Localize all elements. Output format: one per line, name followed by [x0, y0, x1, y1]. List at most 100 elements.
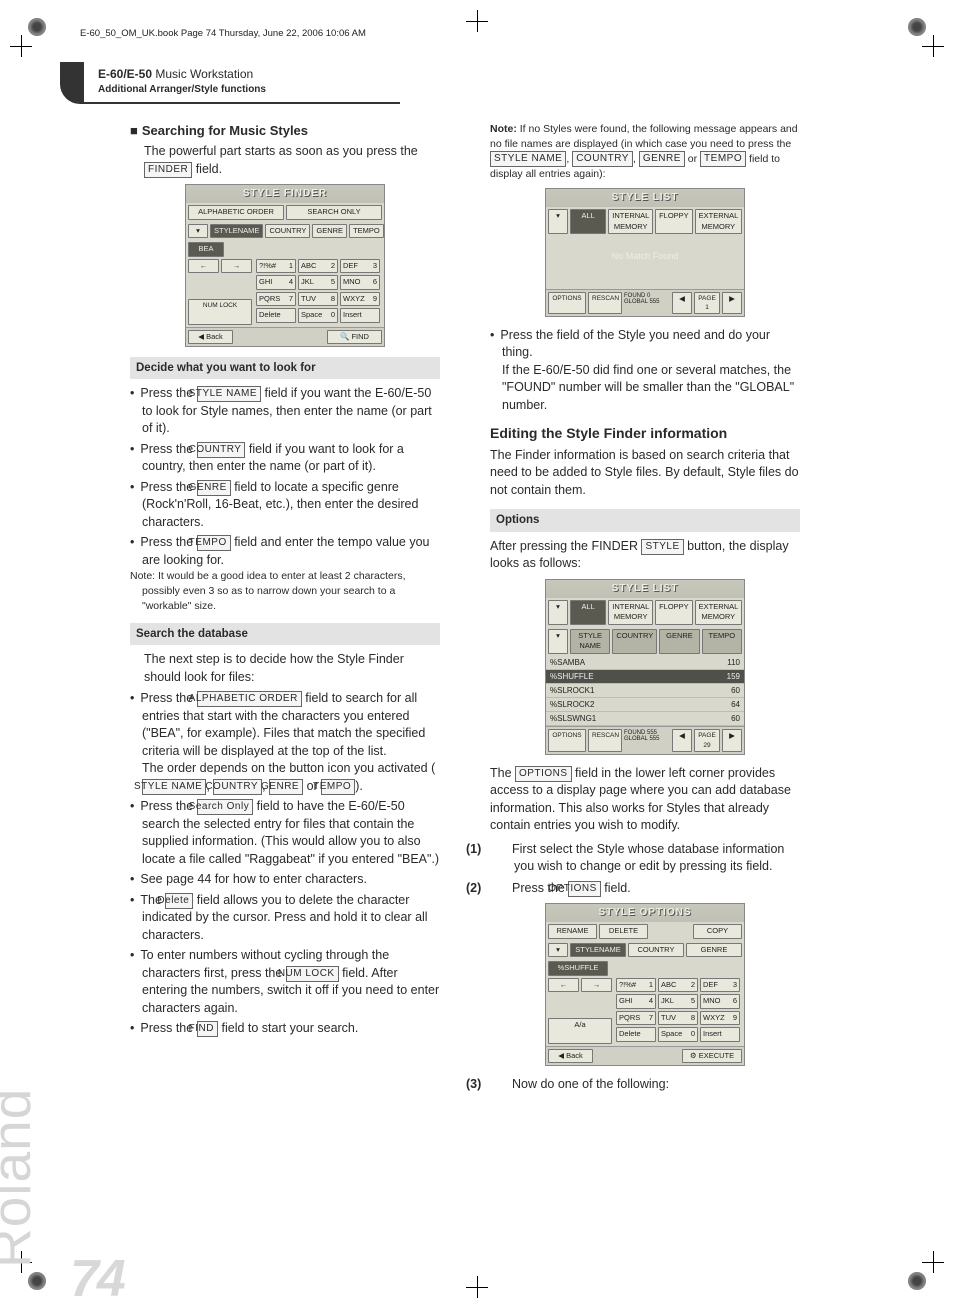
delete-key: Delete — [256, 308, 296, 323]
section-heading: Editing the Style Finder information — [490, 424, 800, 444]
key-label: GHI — [259, 277, 272, 288]
insert-key: Insert — [700, 1027, 740, 1042]
crop-mark — [922, 1251, 944, 1273]
genre-label: GENRE — [269, 779, 303, 795]
case-toggle: A/a — [548, 1018, 612, 1044]
arrow-right-icon: → — [581, 978, 612, 993]
step-text: field. — [601, 881, 631, 895]
key-label: Space — [661, 1029, 682, 1040]
section-subtitle: Additional Arranger/Style functions — [98, 83, 400, 97]
find-label: FIND — [197, 1021, 218, 1037]
step-text: Now do one of the following: — [512, 1077, 669, 1091]
tempo-label: TEMPO — [197, 535, 231, 551]
shot-tab: STYLENAME — [570, 943, 626, 958]
rescan-button: RESCAN — [588, 729, 622, 751]
key-label: MNO — [703, 996, 721, 1007]
genre-label: GENRE — [639, 151, 685, 167]
col-header: GENRE — [659, 629, 699, 654]
shot-tab: COUNTRY — [265, 224, 310, 239]
shot-tab: TEMPO — [349, 224, 384, 239]
body-text: The order depends on the button icon you… — [142, 761, 435, 775]
list-item: %SLSWNG160 — [546, 712, 744, 726]
key-label: PQRS — [259, 294, 280, 305]
key-label: TUV — [661, 1013, 676, 1024]
shot-tab: GENRE — [312, 224, 347, 239]
body-text: The Finder information is based on searc… — [490, 447, 800, 500]
shot-tab: GENRE — [686, 943, 742, 958]
col-header: TEMPO — [702, 629, 742, 654]
key-num: 3 — [373, 261, 377, 272]
body-text: If the E-60/E-50 did find one or several… — [502, 363, 794, 412]
key-label: ?!%# — [259, 261, 276, 272]
key-label: Space — [301, 310, 322, 321]
section-heading: Searching for Music Styles — [130, 122, 440, 140]
crop-mark — [466, 10, 488, 32]
shot-tab: INTERNAL MEMORY — [608, 600, 653, 625]
delete-key: Delete — [616, 1027, 656, 1042]
input-value: %SHUFFLE — [548, 961, 608, 976]
corner-ornament — [908, 1272, 926, 1290]
body-text: After pressing the FINDER — [490, 539, 641, 553]
shot-tab: ALL — [570, 209, 606, 234]
numlock-label: NUM LOCK — [286, 966, 339, 982]
key-label: ?!%# — [619, 980, 636, 991]
page-indicator: PAGE 1 — [694, 292, 720, 314]
shot-button: SEARCH ONLY — [286, 205, 382, 220]
key-num: 7 — [649, 1013, 653, 1024]
body-text: The next step is to decide how the Style… — [144, 651, 440, 686]
col-header: STYLE NAME — [570, 629, 610, 654]
key-num: 4 — [289, 277, 293, 288]
print-header: E-60_50_OM_UK.book Page 74 Thursday, Jun… — [80, 27, 366, 40]
key-label: MNO — [343, 277, 361, 288]
shot-title: STYLE OPTIONS — [546, 904, 744, 922]
page-number: 74 — [70, 1243, 124, 1316]
key-num: 1 — [289, 261, 293, 272]
sort-icon: ▾ — [548, 209, 568, 234]
options-label: OPTIONS — [515, 766, 572, 782]
genre-label: GENRE — [197, 480, 231, 496]
body-text: Press the field of the Style you need an… — [500, 328, 770, 360]
country-label: COUNTRY — [213, 779, 262, 795]
find-button: 🔍 FIND — [327, 330, 382, 345]
key-label: DEF — [343, 261, 358, 272]
tempo-label: TEMPO — [700, 151, 746, 167]
key-label: JKL — [661, 996, 674, 1007]
options-label: OPTIONS — [568, 881, 601, 897]
corner-ornament — [28, 1272, 46, 1290]
column-right: Note: If no Styles were found, the follo… — [490, 122, 800, 1100]
sort-icon: ▾ — [548, 600, 568, 625]
body-text: The — [490, 766, 515, 780]
key-num: 2 — [331, 261, 335, 272]
key-num: 8 — [331, 294, 335, 305]
note-text: If no Styles were found, the following m… — [490, 123, 798, 150]
shot-tab: FLOPPY — [655, 209, 693, 234]
stylename-label: STYLE NAME — [197, 386, 261, 402]
sort-icon: ▾ — [548, 629, 568, 654]
key-label: TUV — [301, 294, 316, 305]
key-num: 0 — [691, 1029, 695, 1040]
arrow-left-icon: ← — [548, 978, 579, 993]
list-item: %SAMBA110 — [546, 656, 744, 670]
col-header: COUNTRY — [612, 629, 657, 654]
list-item: %SHUFFLE159 — [546, 670, 744, 684]
shot-tab: INTERNAL MEMORY — [608, 209, 653, 234]
shot-tab: ALL — [570, 600, 606, 625]
shot-title: STYLE LIST — [546, 189, 744, 207]
shot-tab: FLOPPY — [655, 600, 693, 625]
stylename-label: STYLE NAME — [490, 151, 566, 167]
shot-tab: COUNTRY — [628, 943, 684, 958]
body-text: See page 44 for how to enter characters. — [130, 871, 440, 889]
key-label: ABC — [661, 980, 676, 991]
key-label: WXYZ — [703, 1013, 725, 1024]
body-text: field to start your search. — [218, 1021, 358, 1035]
finder-field-label: FINDER — [144, 162, 192, 178]
style-button-label: STYLE — [641, 539, 683, 555]
subheading: Decide what you want to look for — [130, 357, 440, 379]
arrow-right-icon: → — [221, 259, 252, 274]
screenshot-style-list: STYLE LIST ▾ ALL INTERNAL MEMORY FLOPPY … — [545, 579, 745, 755]
screenshot-style-list-empty: STYLE LIST ▾ ALL INTERNAL MEMORY FLOPPY … — [545, 188, 745, 317]
stylename-label: STYLE NAME — [142, 779, 206, 795]
key-num: 7 — [289, 294, 293, 305]
delete-button: DELETE — [599, 924, 648, 939]
crop-mark — [10, 35, 32, 57]
